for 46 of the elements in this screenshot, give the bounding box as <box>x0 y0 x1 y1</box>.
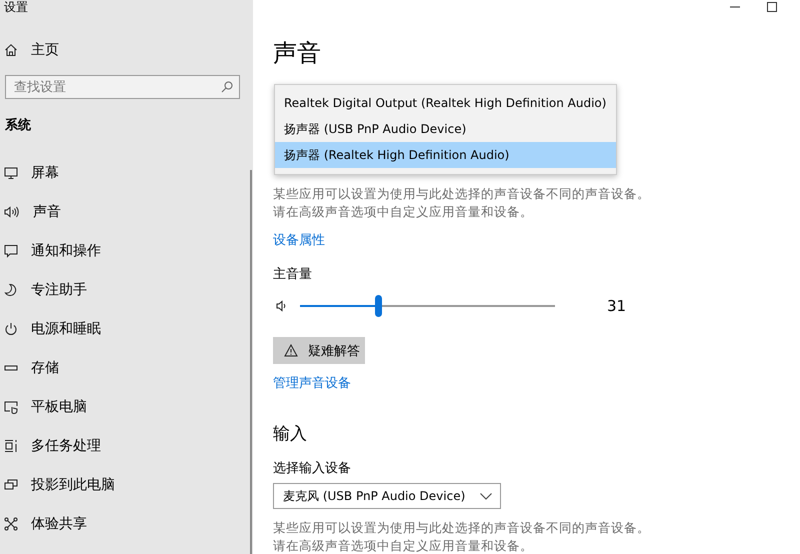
section-heading: 系统 <box>4 116 32 134</box>
tablet-icon <box>4 400 18 414</box>
speaker-icon <box>4 204 20 218</box>
page-title: 声音 <box>273 38 322 69</box>
manage-devices-link[interactable]: 管理声音设备 <box>273 374 351 392</box>
monitor-icon <box>4 166 18 180</box>
dropdown-option[interactable]: Realtek Digital Output (Realtek High Definition Audio) <box>275 90 616 116</box>
sidebar-item[interactable]: 专注助手 <box>0 270 240 309</box>
sidebar-item[interactable]: 声音 <box>0 192 240 231</box>
moon-icon <box>4 282 18 296</box>
input-device-label: 选择输入设备 <box>273 460 352 477</box>
sidebar-item[interactable]: 屏幕 <box>0 153 240 192</box>
input-device-dropdown[interactable]: 麦克风 (USB PnP Audio Device) <box>273 483 501 509</box>
search-field[interactable]: 查找设置 <box>5 75 240 99</box>
troubleshoot-button[interactable]: 疑难解答 <box>273 337 365 364</box>
sidebar-item[interactable]: 电源和睡眠 <box>0 309 240 348</box>
dropdown-option[interactable]: 扬声器 (USB PnP Audio Device) <box>275 116 616 142</box>
volume-value: 31 <box>607 297 626 315</box>
sidebar-item[interactable]: 存储 <box>0 348 240 387</box>
window-title: 设置 <box>3 0 29 16</box>
description-text: 某些应用可以设置为使用与此处选择的声音设备不同的声音设备。 请在高级声音选项中自定义应用音量和设备。 <box>273 185 651 221</box>
description-text: 某些应用可以设置为使用与此处选择的声音设备不同的声音设备。 请在高级声音选项中自定义应用音量和设备。 <box>273 519 651 554</box>
volume-slider[interactable] <box>300 295 555 317</box>
slider-thumb[interactable] <box>375 295 382 317</box>
dropdown-option[interactable]: 扬声器 (Realtek High Definition Audio) <box>275 142 616 168</box>
sidebar-item[interactable]: 投影到此电脑 <box>0 465 240 504</box>
sidebar-item[interactable]: 多任务处理 <box>0 426 240 465</box>
chevron-down-icon <box>480 492 492 500</box>
project-icon <box>4 478 18 492</box>
speaker-icon <box>276 300 286 312</box>
maximize-icon[interactable] <box>767 2 777 12</box>
volume-label: 主音量 <box>273 266 313 283</box>
home-nav-item[interactable]: 主页 <box>0 35 240 65</box>
home-icon <box>4 43 18 57</box>
share-icon <box>4 516 18 530</box>
sidebar-item[interactable]: 通知和操作 <box>0 231 240 270</box>
scrollbar[interactable] <box>250 170 252 554</box>
search-icon <box>221 81 233 93</box>
multitask-icon <box>4 438 18 452</box>
warning-icon <box>284 344 298 357</box>
section-heading: 输入 <box>273 423 308 445</box>
device-properties-link[interactable]: 设备属性 <box>273 231 325 249</box>
sidebar-item[interactable]: 平板电脑 <box>0 387 240 426</box>
sidebar-item[interactable]: 体验共享 <box>0 504 240 543</box>
power-icon <box>4 322 18 336</box>
message-icon <box>4 244 18 258</box>
